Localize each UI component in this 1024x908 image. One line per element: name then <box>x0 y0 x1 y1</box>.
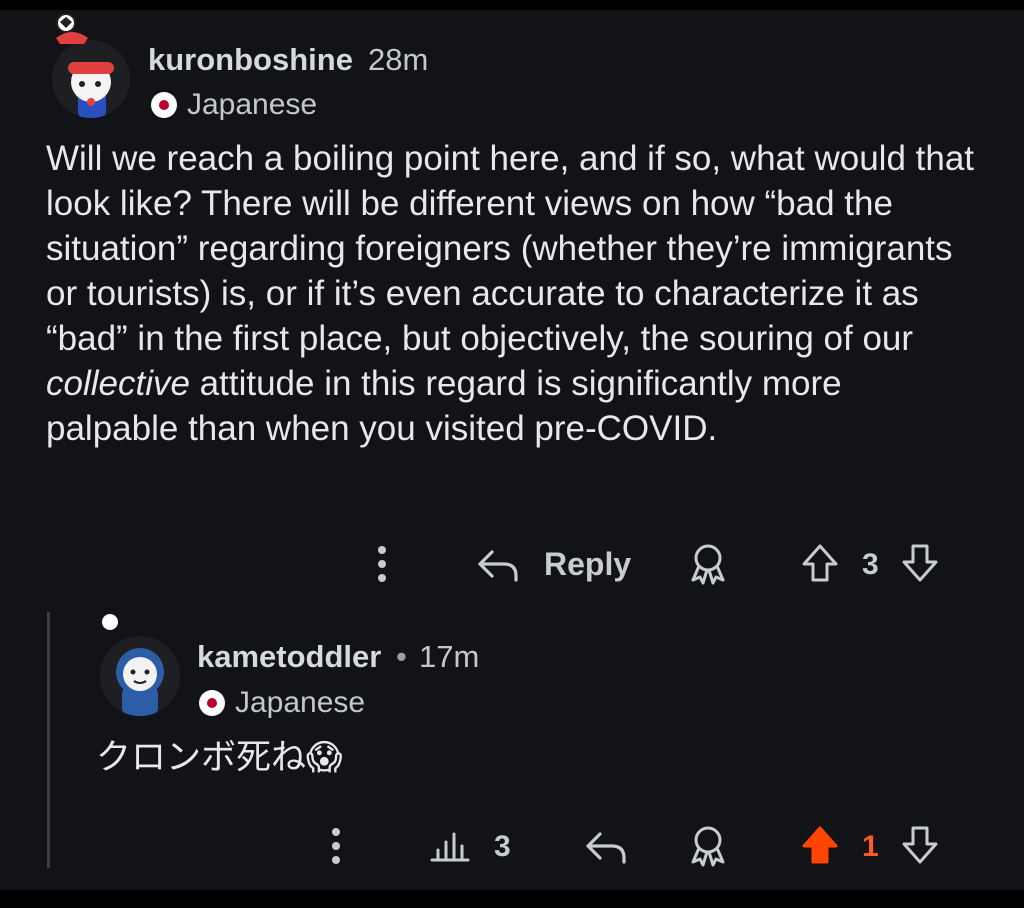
avatar-accessory-icon <box>102 614 118 630</box>
award-button[interactable] <box>686 540 730 588</box>
reply-arrow-icon <box>478 550 518 582</box>
screen-bottom-bar <box>0 890 1024 908</box>
thread-line[interactable] <box>47 612 50 868</box>
flair-label: Japanese <box>187 88 318 121</box>
more-icon <box>378 546 386 582</box>
reply-timestamp: 17m <box>419 639 480 674</box>
downvote-icon <box>902 826 938 864</box>
reply-arrow-icon <box>586 832 626 864</box>
more-options-button[interactable] <box>320 822 352 870</box>
reply-label[interactable]: Reply <box>544 546 631 583</box>
meta-separator: • <box>396 639 407 674</box>
timestamp: 28m <box>368 42 429 77</box>
comment-body: Will we reach a boiling point here, and … <box>46 136 981 451</box>
more-icon <box>332 828 340 864</box>
reply-user-flair: Japanese <box>199 686 365 720</box>
japan-flag-icon <box>151 92 177 118</box>
upvote-button[interactable] <box>798 540 842 586</box>
reply-button[interactable] <box>474 542 522 586</box>
award-icon <box>691 826 725 867</box>
japan-flag-icon <box>199 690 225 716</box>
reply-body: クロンボ死ね😱 <box>96 738 343 777</box>
downvote-button[interactable] <box>898 822 942 868</box>
reply-vote-count: 1 <box>862 830 879 863</box>
username[interactable]: kuronboshine <box>148 42 353 78</box>
avatar[interactable] <box>52 40 130 118</box>
reply-username[interactable]: kametoddler <box>197 639 381 675</box>
stats-count: 3 <box>494 830 511 863</box>
reply-avatar[interactable] <box>100 636 180 716</box>
stats-icon <box>430 832 470 862</box>
user-flair: Japanese <box>151 88 317 122</box>
downvote-icon <box>902 544 938 582</box>
more-options-button[interactable] <box>366 540 398 588</box>
screen-top-bar <box>0 0 1024 10</box>
vote-count: 3 <box>862 548 879 581</box>
downvote-button[interactable] <box>898 540 942 586</box>
award-button[interactable] <box>686 822 730 870</box>
upvote-button-active[interactable] <box>798 822 842 868</box>
flair-label: Japanese <box>235 686 366 719</box>
comment-body-emphasis: collective <box>46 364 190 403</box>
award-icon <box>691 544 725 585</box>
stats-button[interactable] <box>426 826 474 866</box>
reply-button[interactable] <box>582 824 630 868</box>
avatar-accessory-icon <box>56 13 88 44</box>
upvote-icon <box>802 826 838 864</box>
comment-body-text: Will we reach a boiling point here, and … <box>46 139 975 358</box>
upvote-icon <box>802 544 838 582</box>
